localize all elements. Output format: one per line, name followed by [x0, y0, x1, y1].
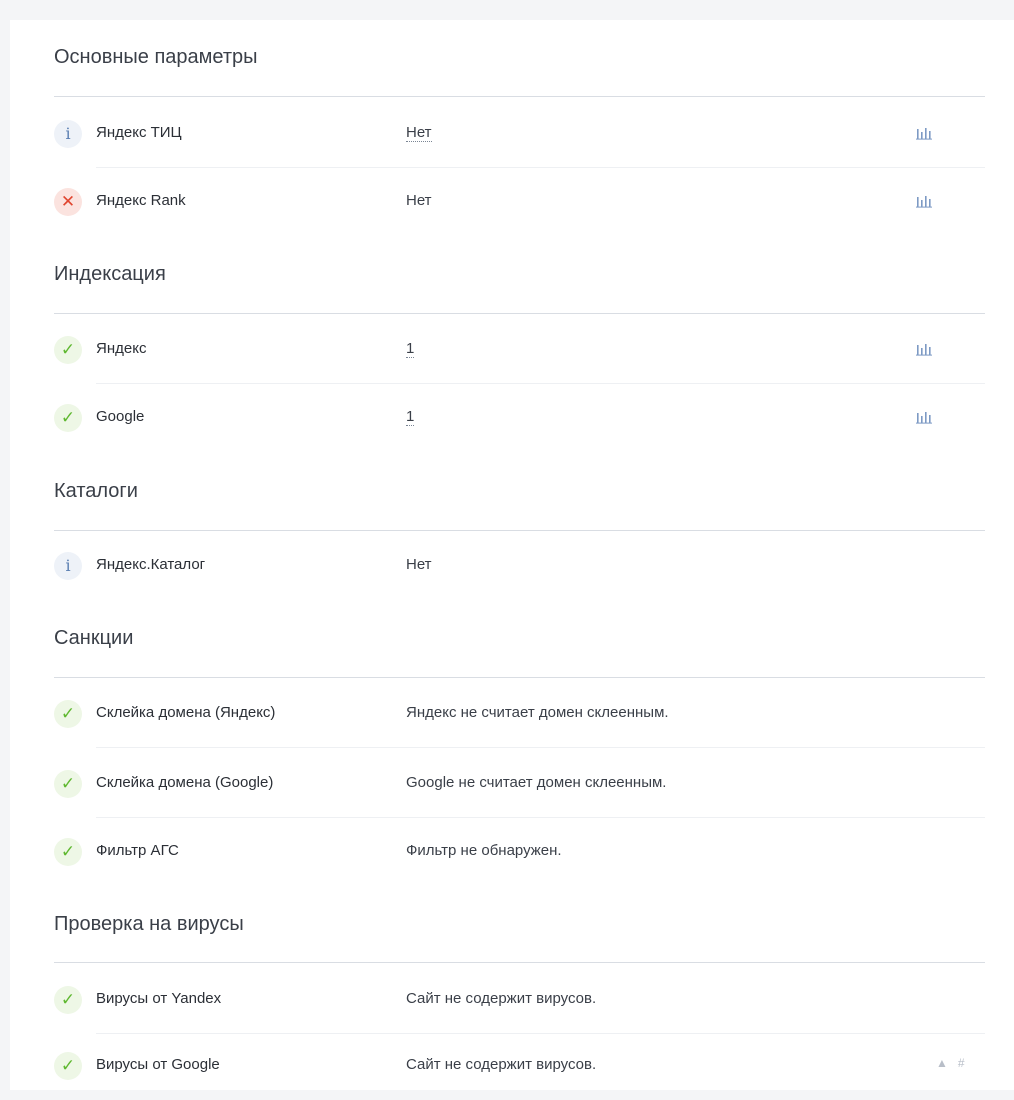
row-index-google: ✓ Google 1 — [54, 384, 985, 452]
bar-chart-icon[interactable] — [916, 410, 933, 424]
section-divider — [54, 677, 985, 678]
check-icon: ✓ — [54, 1052, 82, 1080]
row-label: Вирусы от Google — [96, 1056, 220, 1073]
row-ags-filter: ✓ Фильтр АГС Фильтр не обнаружен. — [54, 818, 985, 886]
row-value: Яндекс не считает домен склеенным. — [406, 704, 669, 721]
hash-icon[interactable]: # — [958, 1056, 965, 1070]
row-value: Сайт не содержит вирусов. — [406, 1056, 597, 1073]
row-glue-yandex: ✓ Склейка домена (Яндекс) Яндекс не счит… — [54, 680, 985, 748]
section-divider — [54, 96, 985, 97]
row-label: Яндекс ТИЦ — [96, 124, 182, 141]
section-title-virus-check: Проверка на вирусы — [54, 913, 244, 935]
row-index-yandex: ✓ Яндекс 1 — [54, 316, 985, 384]
check-icon: ✓ — [54, 404, 82, 432]
bar-chart-icon[interactable] — [916, 194, 933, 208]
section-title-main-params: Основные параметры — [54, 46, 258, 68]
bar-chart-icon[interactable] — [916, 126, 933, 140]
row-value: Google не считает домен склеенным. — [406, 774, 667, 791]
row-label: Вирусы от Yandex — [96, 990, 222, 1007]
info-icon[interactable]: i — [54, 552, 82, 580]
bar-chart-icon[interactable] — [916, 342, 933, 356]
row-value: Фильтр не обнаружен. — [406, 842, 562, 859]
info-icon[interactable]: i — [54, 120, 82, 148]
row-label: Склейка домена (Яндекс) — [96, 704, 276, 721]
row-value-link[interactable]: 1 — [406, 408, 415, 426]
row-label: Фильтр АГС — [96, 842, 179, 859]
check-icon: ✓ — [54, 838, 82, 866]
section-title-catalogs: Каталоги — [54, 480, 138, 502]
row-value: Нет — [406, 192, 432, 209]
row-virus-yandex: ✓ Вирусы от Yandex Сайт не содержит виру… — [54, 966, 985, 1034]
check-icon: ✓ — [54, 336, 82, 364]
section-title-indexing: Индексация — [54, 263, 166, 285]
check-icon: ✓ — [54, 986, 82, 1014]
row-label: Яндекс Rank — [96, 192, 186, 209]
row-value-link[interactable]: Нет — [406, 124, 432, 142]
row-value: Сайт не содержит вирусов. — [406, 990, 597, 1007]
row-value: Нет — [406, 556, 432, 573]
section-divider — [54, 962, 985, 963]
row-label: Яндекс.Каталог — [96, 556, 206, 573]
row-label: Яндекс — [96, 340, 147, 357]
section-divider — [54, 530, 985, 531]
section-divider — [54, 313, 985, 314]
section-tools: ▲ # — [936, 1056, 975, 1070]
check-icon: ✓ — [54, 770, 82, 798]
row-label: Склейка домена (Google) — [96, 774, 274, 791]
caret-up-icon[interactable]: ▲ — [936, 1056, 948, 1070]
row-value-link[interactable]: 1 — [406, 340, 415, 358]
row-yandex-rank: ✕ Яндекс Rank Нет — [54, 168, 985, 236]
site-analysis-panel: Основные параметры i Яндекс ТИЦ Нет ✕ Ян… — [10, 20, 1014, 1090]
row-label: Google — [96, 408, 145, 425]
section-title-sanctions: Санкции — [54, 627, 134, 649]
row-yandex-catalog: i Яндекс.Каталог Нет — [54, 532, 985, 600]
check-icon: ✓ — [54, 700, 82, 728]
cross-icon: ✕ — [54, 188, 82, 216]
row-yandex-tic: i Яндекс ТИЦ Нет — [54, 100, 985, 168]
row-glue-google: ✓ Склейка домена (Google) Google не счит… — [54, 750, 985, 818]
